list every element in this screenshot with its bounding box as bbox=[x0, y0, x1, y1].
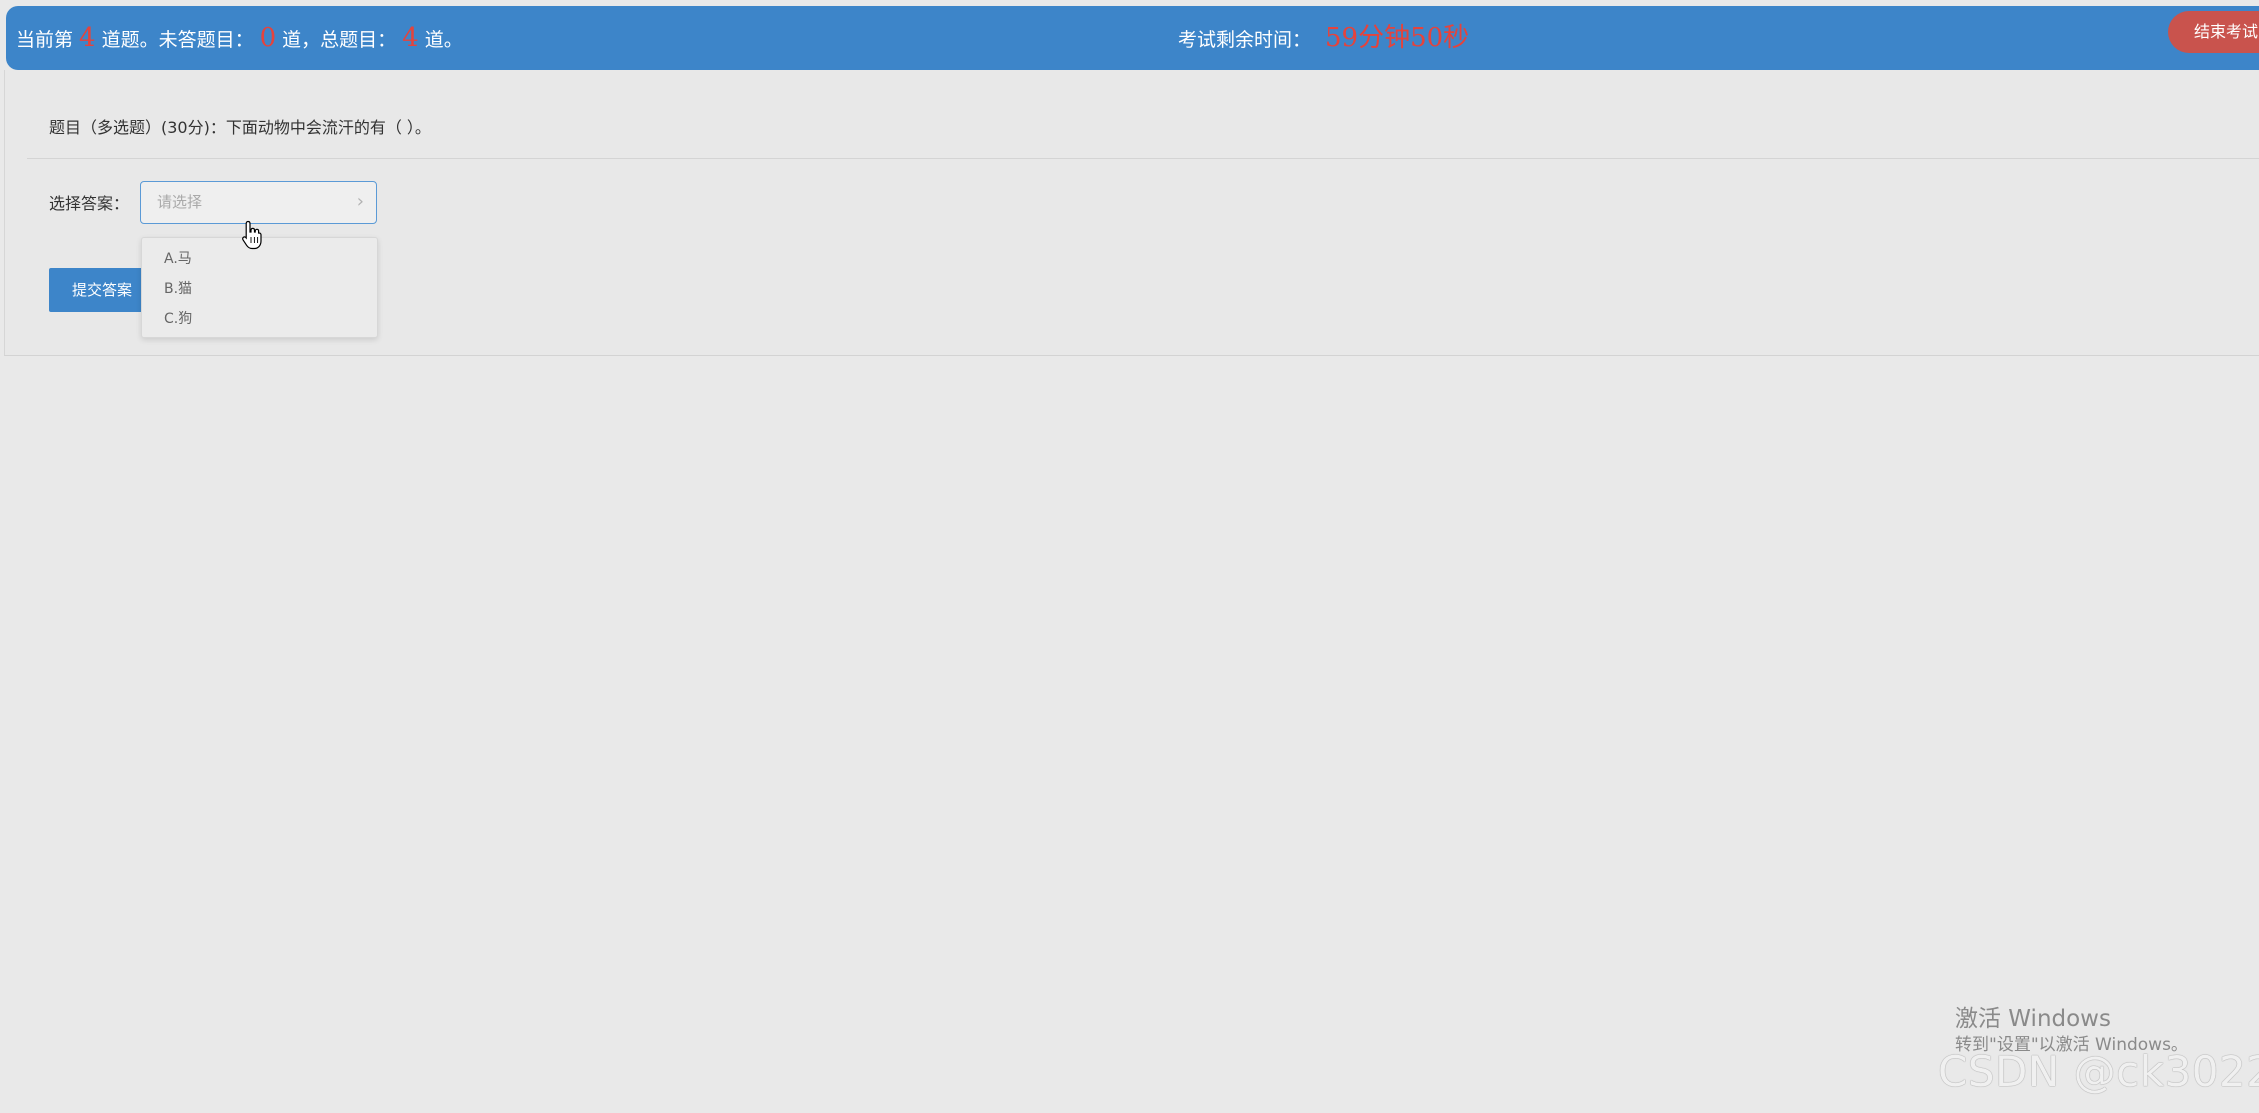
unanswered-count: 0 bbox=[259, 23, 277, 53]
total-question-count: 4 bbox=[402, 23, 419, 53]
progress-prefix: 当前第 bbox=[16, 29, 74, 51]
timer-label: 考试剩余时间： bbox=[1178, 29, 1312, 51]
question-panel: 题目（多选题）(30分)：下面动物中会流汗的有（ ）。 选择答案： 请选择 › … bbox=[4, 70, 2259, 356]
progress-total-label: 道，总题目： bbox=[282, 29, 397, 51]
chevron-right-icon: › bbox=[356, 191, 364, 212]
exam-timer: 考试剩余时间： 59分钟50秒 bbox=[1178, 6, 1469, 70]
answer-option-c[interactable]: C.狗 bbox=[142, 304, 377, 334]
question-text: 题目（多选题）(30分)：下面动物中会流汗的有（ ）。 bbox=[49, 118, 431, 137]
answer-select[interactable]: 请选择 › bbox=[140, 181, 377, 224]
csdn-watermark: CSDN @ck3022 bbox=[1938, 1047, 2259, 1096]
windows-activation-title: 激活 Windows bbox=[1955, 1006, 2111, 1032]
current-question-number: 4 bbox=[79, 23, 96, 53]
answer-label: 选择答案： bbox=[49, 194, 130, 213]
progress-suffix: 道。 bbox=[424, 29, 463, 51]
exam-progress: 当前第 4 道题。未答题目： 0 道，总题目： 4 道。 bbox=[16, 6, 463, 70]
hand-pointer-cursor-icon bbox=[242, 220, 262, 250]
question-divider bbox=[27, 158, 2259, 159]
end-exam-button[interactable]: 结束考试 bbox=[2168, 11, 2259, 53]
exam-header-bar: 当前第 4 道题。未答题目： 0 道，总题目： 4 道。 考试剩余时间： 59分钟50秒 bbox=[6, 6, 2259, 70]
answer-options-dropdown: A.马 B.猫 C.狗 bbox=[141, 237, 378, 338]
answer-option-b[interactable]: B.猫 bbox=[142, 274, 377, 304]
timer-value: 59分钟50秒 bbox=[1325, 23, 1470, 53]
progress-unanswered-label: 道题。未答题目： bbox=[101, 29, 254, 51]
answer-select-placeholder: 请选择 bbox=[157, 193, 203, 211]
